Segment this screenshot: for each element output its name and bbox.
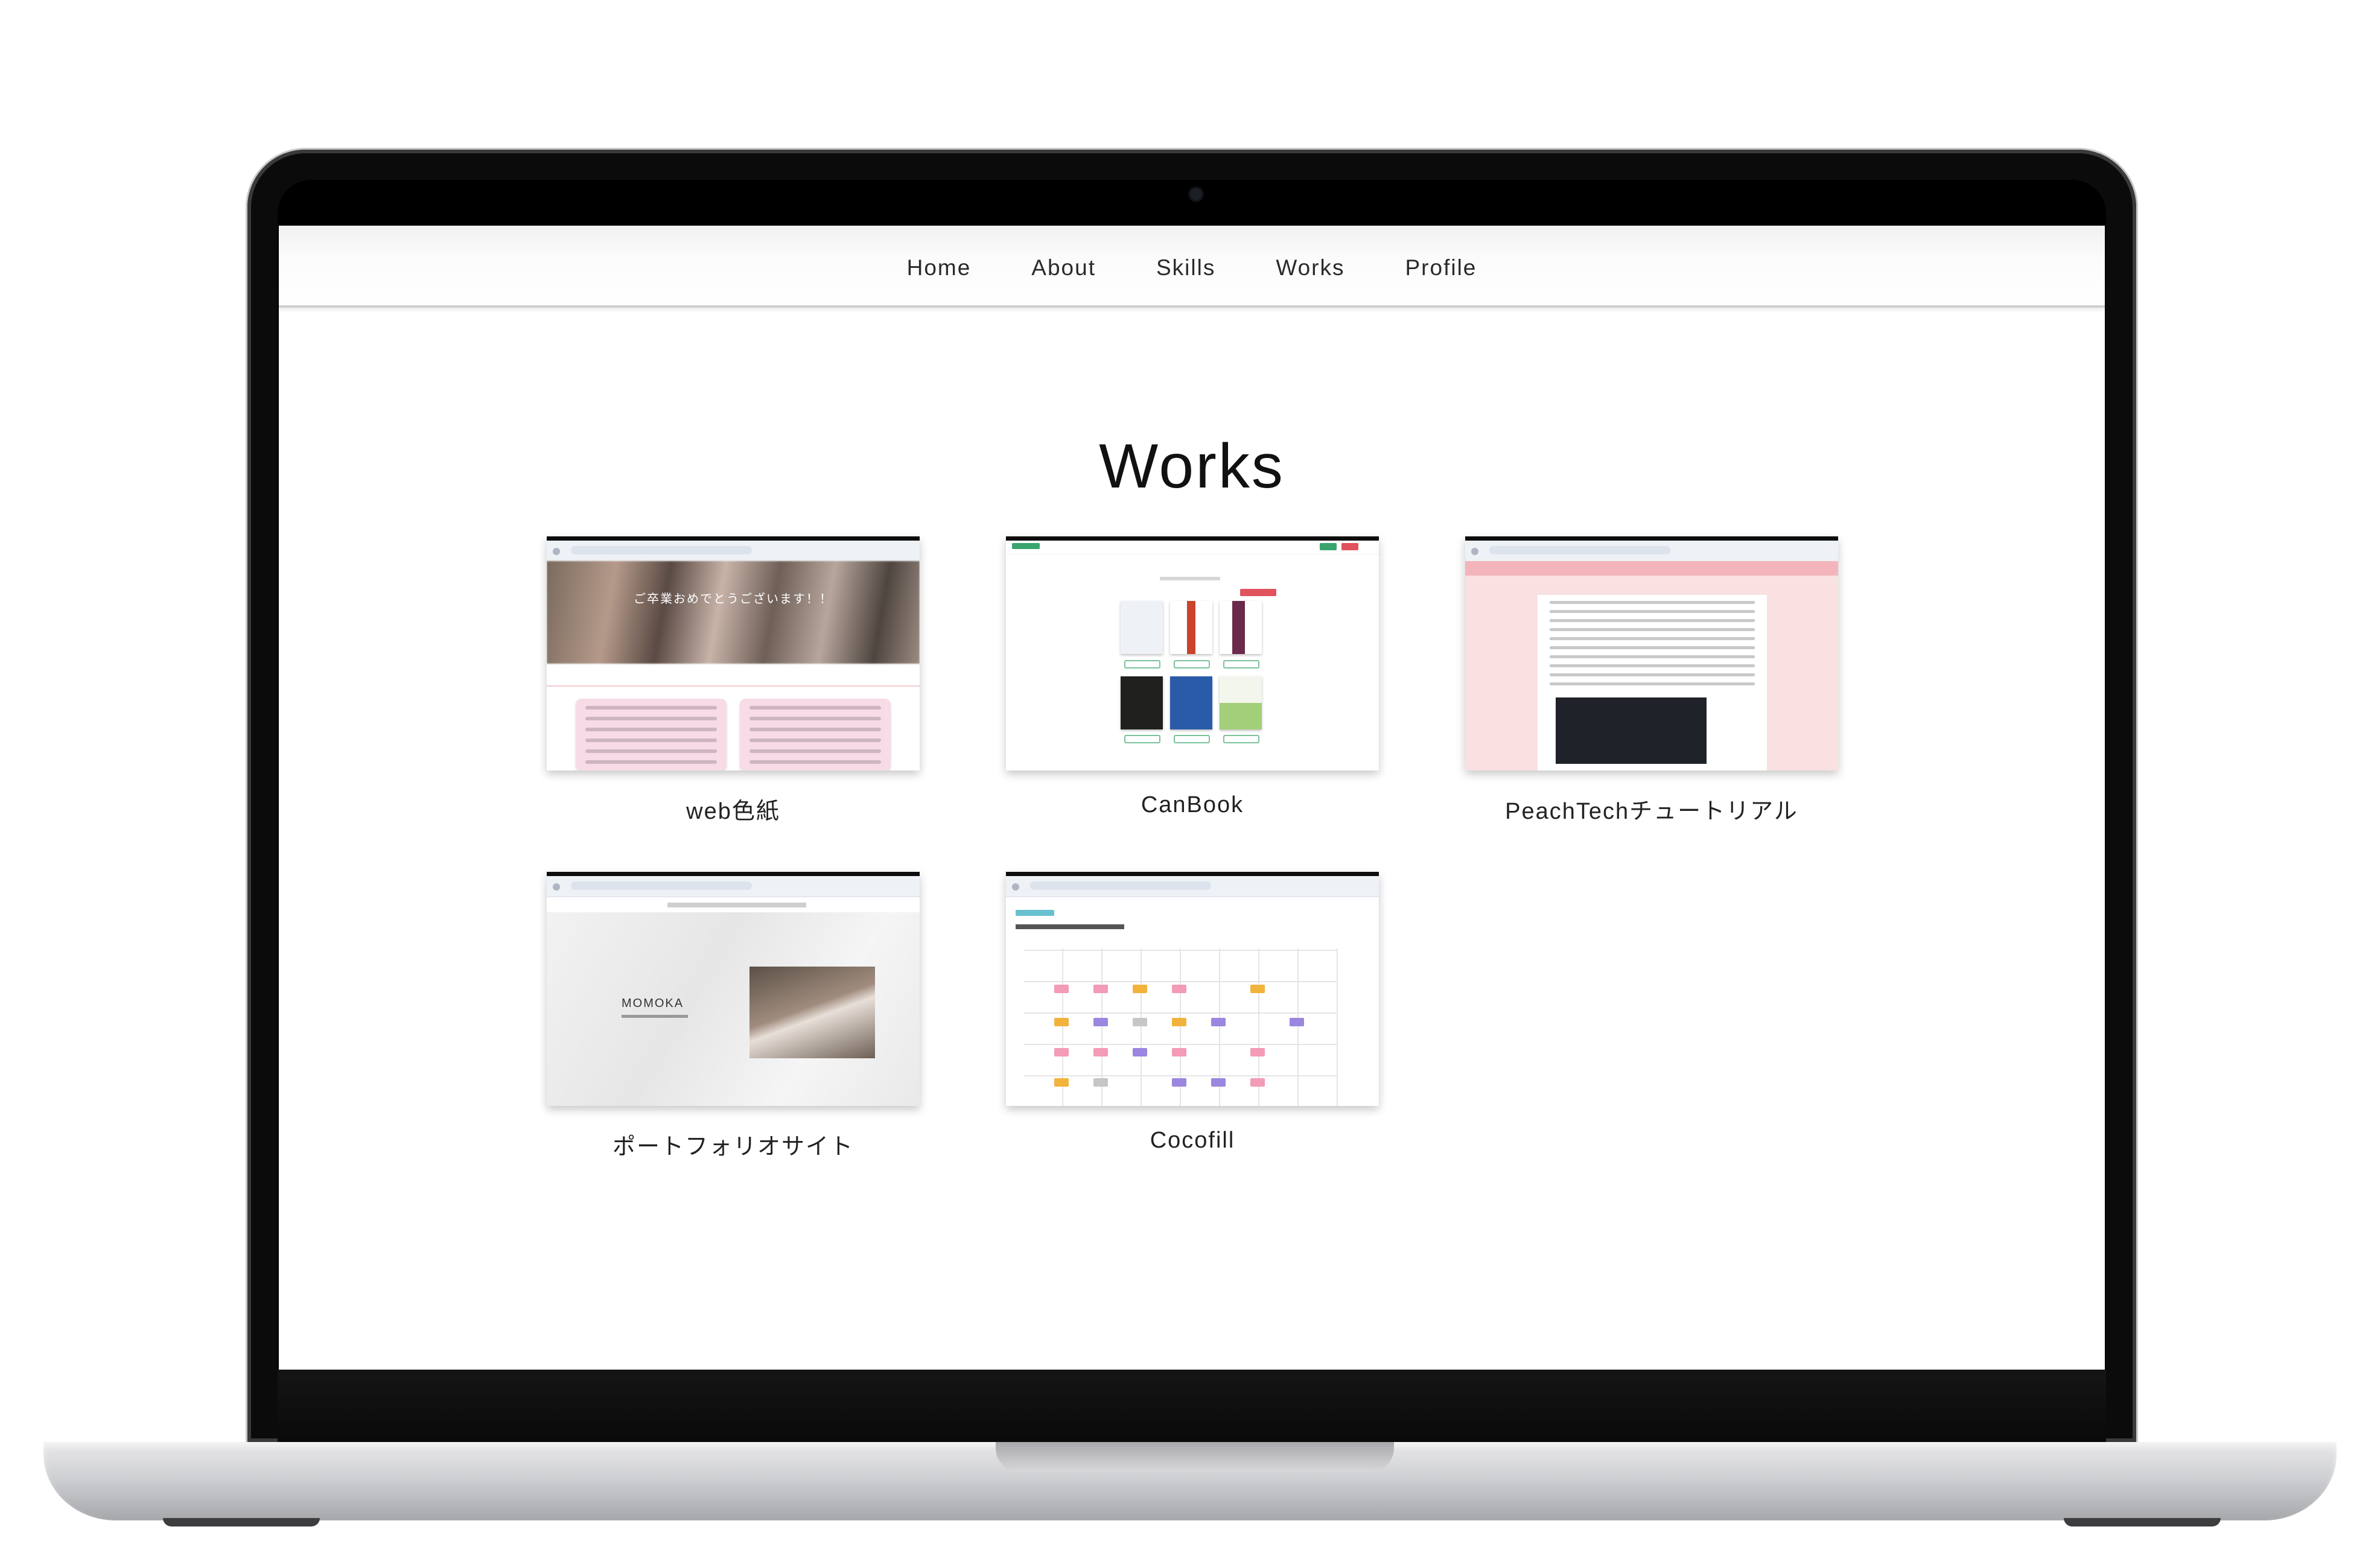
thumbnail-tabs <box>547 667 920 687</box>
works-grid: ご卒業おめでとうございます！！ web色紙 CanBook PeachTechチ… <box>547 536 1838 1200</box>
work-card-canbook[interactable]: CanBook <box>1006 536 1379 818</box>
work-caption[interactable]: Cocofill <box>1006 1128 1379 1154</box>
work-caption[interactable]: web色紙 <box>547 792 920 825</box>
camera-notch <box>1084 180 1308 222</box>
portfolio-nav <box>667 903 806 907</box>
work-card-portfolio-site[interactable]: MOMOKA ポートフォリオサイト <box>547 872 920 1161</box>
cocofill-logo <box>1016 910 1054 916</box>
website-screen: Home About Skills Works Profile Works ご卒… <box>279 226 2105 1370</box>
page-title: Works <box>1099 431 1285 501</box>
group-photo <box>547 561 920 664</box>
browser-bar <box>547 541 920 562</box>
canbook-header <box>1006 541 1379 554</box>
canbook-button <box>1240 589 1276 596</box>
camera-icon <box>1190 188 1202 200</box>
work-card-web-shikishi[interactable]: ご卒業おめでとうございます！！ web色紙 <box>547 536 920 825</box>
portfolio-photo <box>749 967 875 1058</box>
nav-profile-link[interactable]: Profile <box>1405 250 1477 281</box>
nav-about-link[interactable]: About <box>1031 250 1096 281</box>
work-thumbnail[interactable] <box>1006 872 1379 1106</box>
nav-home-link[interactable]: Home <box>907 250 972 281</box>
browser-bar <box>1465 541 1838 562</box>
thumbnail-heading: ご卒業おめでとうございます！！ <box>634 592 833 606</box>
nav-skills-link[interactable]: Skills <box>1156 250 1215 281</box>
work-card-cocofill[interactable]: Cocofill <box>1006 872 1379 1154</box>
laptop-foot-left <box>163 1518 320 1526</box>
portfolio-name: MOMOKA <box>622 997 684 1010</box>
book-cover <box>1170 676 1212 729</box>
book-cover <box>1220 601 1262 654</box>
bottom-bezel <box>278 1370 2106 1442</box>
work-thumbnail[interactable] <box>1006 536 1379 770</box>
work-thumbnail[interactable]: ご卒業おめでとうございます！！ <box>547 536 920 770</box>
top-navigation: Home About Skills Works Profile <box>279 226 2105 308</box>
book-cover <box>1220 676 1262 729</box>
nav-works-link[interactable]: Works <box>1276 250 1344 281</box>
canbook-tabs <box>1160 577 1220 580</box>
browser-bar <box>1006 876 1379 897</box>
book-cover <box>1121 601 1163 654</box>
work-caption[interactable]: CanBook <box>1006 792 1379 818</box>
browser-bar <box>547 876 920 897</box>
work-caption[interactable]: PeachTechチュートリアル <box>1465 792 1838 825</box>
tutorial-screenshot <box>1556 697 1707 764</box>
work-thumbnail[interactable]: MOMOKA <box>547 872 920 1106</box>
message-card <box>576 699 727 770</box>
portfolio-subtitle <box>622 1015 688 1018</box>
work-thumbnail[interactable] <box>1465 536 1838 770</box>
lid-opening-groove <box>996 1442 1394 1472</box>
work-card-peachtech-tutorial[interactable]: PeachTechチュートリアル <box>1465 536 1838 825</box>
book-cover <box>1121 676 1163 729</box>
laptop-foot-right <box>2064 1518 2221 1526</box>
peachtech-header <box>1465 561 1838 576</box>
work-caption[interactable]: ポートフォリオサイト <box>547 1128 920 1161</box>
book-cover <box>1170 601 1212 654</box>
cocofill-date-range <box>1016 924 1124 929</box>
canbook-logo <box>1012 543 1040 549</box>
message-card <box>740 699 891 770</box>
